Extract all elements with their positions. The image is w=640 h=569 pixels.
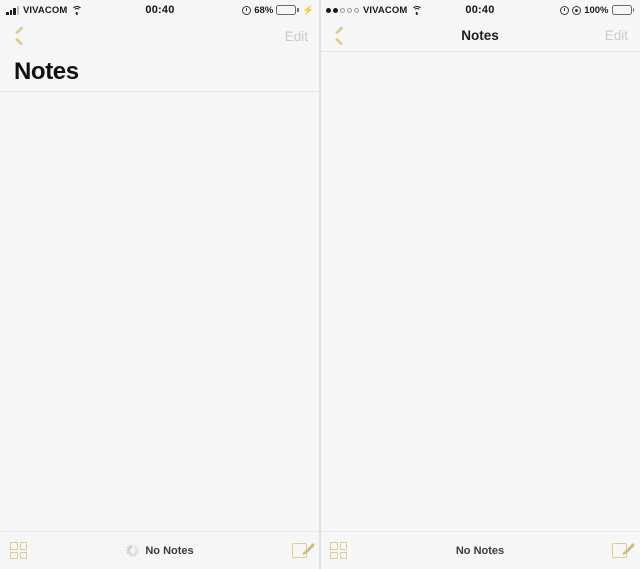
back-chevron-icon[interactable] [332,26,346,46]
signal-bars-icon [6,5,19,15]
left-notes-list-empty [0,92,320,531]
left-status-left-group: VIVACOM [6,4,83,16]
right-toolbar-status: No Notes [320,545,640,557]
left-status-right-group: 68% ⚡ [242,5,314,16]
page-title: Notes [14,57,79,85]
right-bottom-toolbar: No Notes [320,531,640,569]
back-chevron-icon[interactable] [12,26,26,46]
right-status-bar: VIVACOM 00:40 100% [320,0,640,20]
battery-icon [276,5,299,15]
lightning-bolt-icon: ⚡ [302,4,314,15]
left-nav-bar: Edit [0,20,320,52]
grid-view-icon[interactable] [330,542,347,559]
notes-count-label: No Notes [145,544,194,557]
right-status-left-group: VIVACOM [326,4,423,16]
carrier-name: VIVACOM [23,4,68,16]
compose-note-icon[interactable] [612,542,636,560]
location-target-icon [572,5,582,15]
right-status-right-group: 100% [560,5,634,16]
right-nav-bar: Notes Edit [320,20,640,52]
right-phone-screen: VIVACOM 00:40 100% Notes Edit No Notes [320,0,640,569]
left-status-bar: VIVACOM 00:40 68% ⚡ [0,0,320,20]
battery-percent-label: 100% [584,4,609,16]
left-large-title-area: Notes [0,52,320,92]
comparison-screenshot: VIVACOM 00:40 68% ⚡ Edit Notes No Notes … [0,0,640,569]
left-toolbar-status: No Notes [0,544,320,557]
grid-view-icon[interactable] [10,542,27,559]
notes-count-label: No Notes [455,544,505,557]
compose-note-icon[interactable] [292,542,316,560]
carrier-name: VIVACOM [363,4,408,16]
wifi-icon [411,5,423,15]
battery-percent-label: 68% [254,4,274,16]
edit-button[interactable]: Edit [605,28,628,43]
loading-spinner-icon [126,544,140,557]
screen-divider [319,0,321,569]
edit-button[interactable]: Edit [285,29,308,44]
alarm-clock-icon [242,5,252,15]
alarm-clock-icon [560,5,570,15]
signal-dots-icon [326,7,359,13]
left-bottom-toolbar: No Notes [0,531,320,569]
wifi-icon [71,5,83,15]
left-phone-screen: VIVACOM 00:40 68% ⚡ Edit Notes No Notes [0,0,320,569]
battery-icon [611,5,634,15]
right-notes-list-empty [320,52,640,531]
page-title: Notes [461,28,499,43]
